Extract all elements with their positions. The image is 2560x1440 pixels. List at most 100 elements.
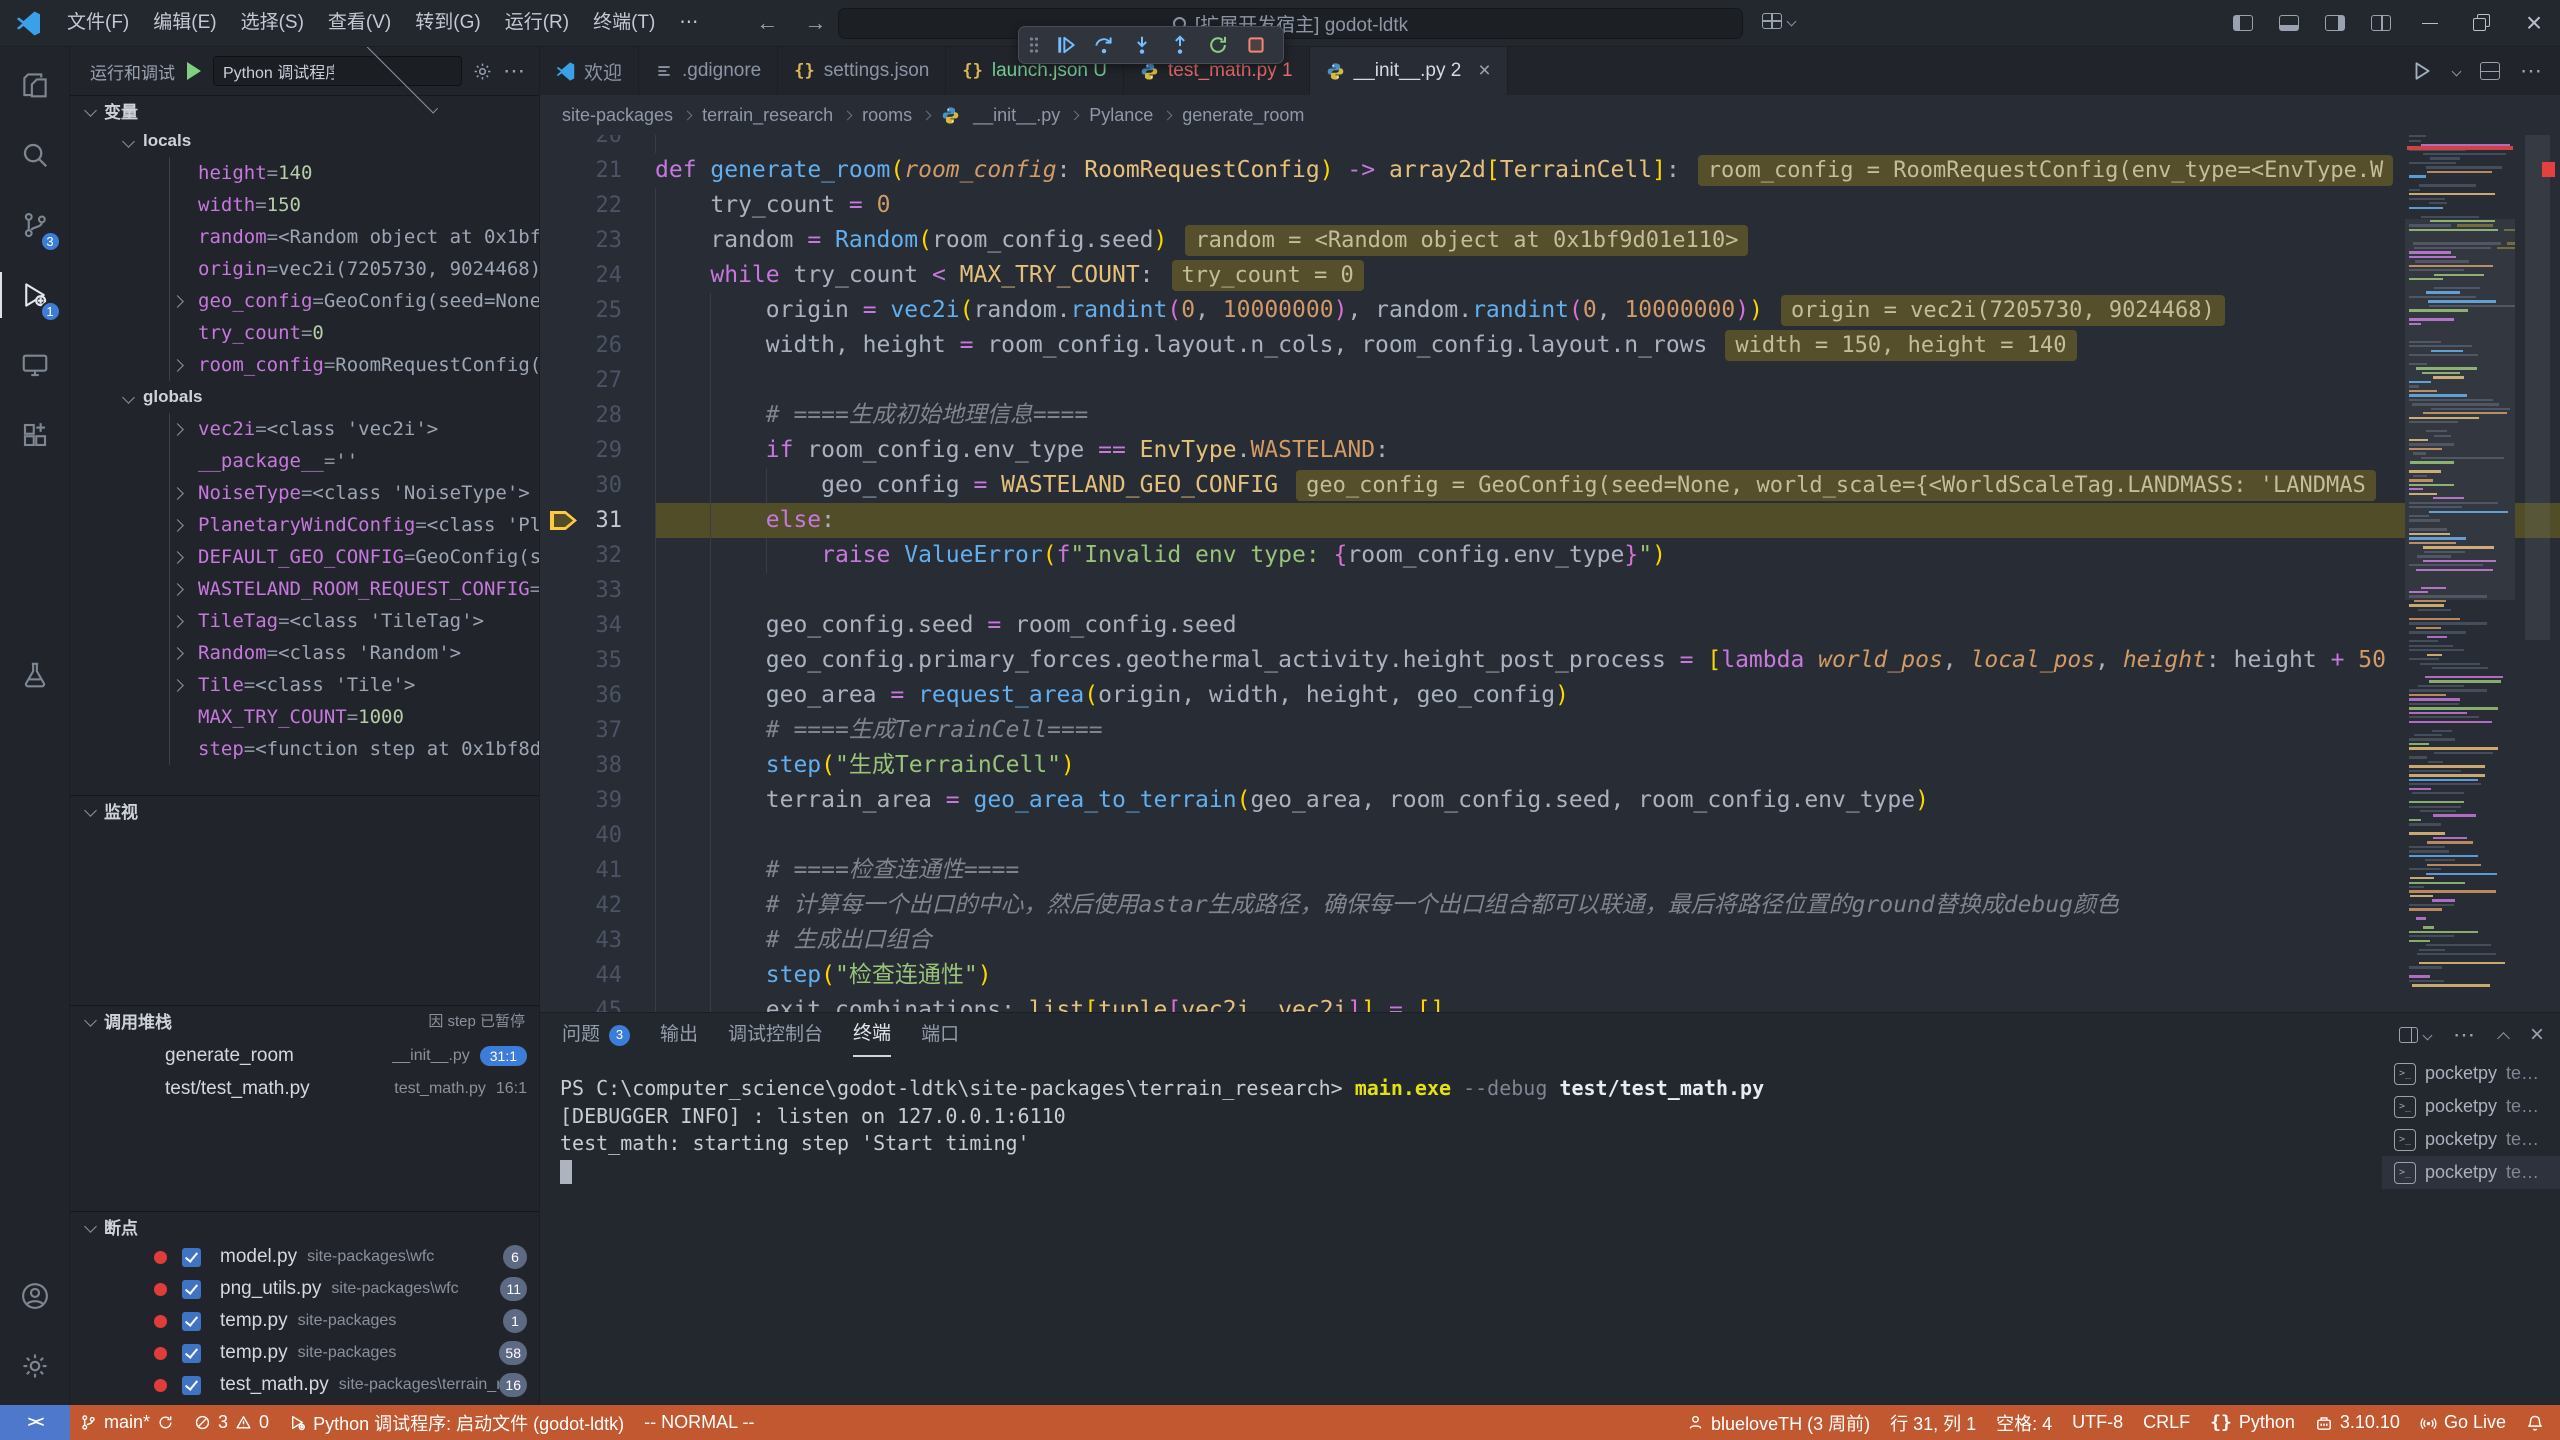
panel-tab-终端[interactable]: 终端: [853, 1013, 891, 1057]
step-out-button[interactable]: [1163, 30, 1197, 60]
breakpoint-checkbox[interactable]: [182, 1344, 201, 1363]
breakpoint-checkbox[interactable]: [182, 1312, 201, 1331]
breakpoint-checkbox[interactable]: [182, 1376, 201, 1395]
chevron-down-icon[interactable]: [2452, 66, 2462, 76]
breakpoint-row-2[interactable]: temp.pysite-packages1: [70, 1305, 539, 1337]
code-line-40[interactable]: 40: [540, 818, 2560, 853]
code-line-36[interactable]: 36geo_area = request_area(origin, width,…: [540, 678, 2560, 713]
more-actions-icon[interactable]: ⋯: [503, 66, 527, 76]
cursor-position-item[interactable]: 行 31, 列 1: [1880, 1405, 1986, 1440]
variable-row-try_count[interactable]: try_count = 0: [70, 317, 539, 349]
tab-.gdignore[interactable]: .gdignore: [639, 47, 778, 95]
menu-item-T[interactable]: 终端(T): [581, 7, 667, 39]
watch-section-header[interactable]: 监视: [70, 795, 539, 825]
vim-mode-item[interactable]: -- NORMAL --: [634, 1405, 764, 1440]
close-panel-icon[interactable]: ×: [2530, 1021, 2544, 1049]
breadcrumb-item-Pylance[interactable]: Pylance: [1089, 105, 1153, 126]
variable-row-TileTag[interactable]: TileTag = <class 'TileTag'>: [70, 605, 539, 637]
breadcrumb-item-__init__.py[interactable]: __init__.py: [973, 105, 1060, 126]
run-debug-icon[interactable]: 1: [0, 260, 70, 330]
account-icon[interactable]: [0, 1261, 70, 1331]
code-line-25[interactable]: 25origin = vec2i(random.randint(0, 10000…: [540, 293, 2560, 328]
source-control-icon[interactable]: 3: [0, 190, 70, 260]
nav-back-icon[interactable]: ←: [756, 10, 778, 36]
code-line-27[interactable]: 27: [540, 363, 2560, 398]
breakpoint-row-4[interactable]: test_math.pysite-packages\terrain_res…16: [70, 1369, 539, 1401]
python-env-item[interactable]: 3.10.10: [2305, 1405, 2410, 1440]
scrollbar[interactable]: [2515, 135, 2560, 1012]
breakpoint-row-1[interactable]: png_utils.pysite-packages\wfc11: [70, 1273, 539, 1305]
terminal-output[interactable]: PS C:\computer_science\godot-ldtk\site-p…: [560, 1075, 1764, 1184]
settings-gear-icon[interactable]: [0, 1331, 70, 1401]
menu-item-R[interactable]: 运行(R): [493, 7, 581, 39]
code-line-30[interactable]: 30geo_config = WASTELAND_GEO_CONFIGgeo_c…: [540, 468, 2560, 503]
testing-icon[interactable]: [0, 640, 70, 710]
layout-control[interactable]: [1762, 13, 1795, 29]
encoding-item[interactable]: UTF-8: [2062, 1405, 2133, 1440]
nav-forward-icon[interactable]: →: [804, 10, 826, 36]
explorer-icon[interactable]: [0, 50, 70, 120]
customize-layout-icon[interactable]: [2358, 0, 2404, 47]
code-line-41[interactable]: 41# ====检查连通性====: [540, 853, 2560, 888]
extensions-icon[interactable]: [0, 400, 70, 470]
variable-row-height[interactable]: height = 140: [70, 157, 539, 189]
code-line-24[interactable]: 24while try_count < MAX_TRY_COUNT:try_co…: [540, 258, 2560, 293]
restore-button[interactable]: [2456, 0, 2508, 47]
variable-row-random[interactable]: random = <Random object at 0x1bf9d01e…: [70, 221, 539, 253]
continue-button[interactable]: [1049, 30, 1083, 60]
variable-row-NoiseType[interactable]: NoiseType = <class 'NoiseType'>: [70, 477, 539, 509]
code-editor[interactable]: 2021def generate_room(room_config: RoomR…: [540, 135, 2560, 1012]
blame-item[interactable]: blueloveTH (3 周前): [1677, 1405, 1880, 1440]
maximize-panel-icon[interactable]: [2497, 1032, 2510, 1045]
breadcrumb-item-terrain_research[interactable]: terrain_research: [702, 105, 833, 126]
step-into-button[interactable]: [1125, 30, 1159, 60]
more-actions-icon[interactable]: ⋯: [2520, 66, 2544, 76]
code-line-38[interactable]: 38step("生成TerrainCell"): [540, 748, 2560, 783]
code-line-31[interactable]: 31else:: [540, 503, 2560, 538]
start-debug-icon[interactable]: [187, 62, 201, 80]
git-branch-item[interactable]: main*: [70, 1405, 184, 1440]
tab-settings.json[interactable]: {}settings.json: [778, 47, 946, 95]
run-python-file-icon[interactable]: [2411, 60, 2433, 82]
breadcrumb-item-site-packages[interactable]: site-packages: [562, 105, 673, 126]
variable-row-width[interactable]: width = 150: [70, 189, 539, 221]
callstack-section-header[interactable]: 调用堆栈 因 step 已暂停: [70, 1005, 539, 1035]
variable-row-WASTELAND_ROOM_REQUEST_CONFIG[interactable]: WASTELAND_ROOM_REQUEST_CONFIG = RoomR…: [70, 573, 539, 605]
variables-group-locals[interactable]: locals: [70, 125, 539, 157]
drag-handle-icon[interactable]: [1029, 36, 1039, 54]
command-center-search[interactable]: [扩展开发宿主] godot-ldtk: [838, 8, 1743, 39]
remote-indicator[interactable]: ><: [0, 1405, 70, 1440]
variable-row-vec2i[interactable]: vec2i = <class 'vec2i'>: [70, 413, 539, 445]
terminal-list-item-0[interactable]: >_pocketpyte…: [2382, 1057, 2560, 1090]
code-line-42[interactable]: 42# 计算每一个出口的中心，然后使用astar生成路径，确保每一个出口组合都可…: [540, 888, 2560, 923]
variable-row-MAX_TRY_COUNT[interactable]: MAX_TRY_COUNT = 1000: [70, 701, 539, 733]
tab-欢迎[interactable]: 欢迎: [540, 47, 639, 95]
breadcrumb-item-rooms[interactable]: rooms: [862, 105, 912, 126]
minimap-slider[interactable]: [2405, 219, 2515, 600]
problems-item[interactable]: 3 0: [184, 1405, 279, 1440]
variable-row-step[interactable]: step = <function step at 0x1bf8d716d…: [70, 733, 539, 765]
callstack-frame-generate_room[interactable]: generate_room__init__.py31:1: [70, 1039, 539, 1072]
stop-button[interactable]: [1239, 30, 1273, 60]
toggle-sidebar-right-icon[interactable]: [2312, 0, 2358, 47]
panel-tab-调试控制台[interactable]: 调试控制台: [728, 1013, 823, 1057]
code-line-45[interactable]: 45exit_combinations: list[tuple[vec2i, v…: [540, 993, 2560, 1012]
language-item[interactable]: {}Python: [2200, 1405, 2305, 1440]
close-button[interactable]: ×: [2508, 0, 2560, 47]
code-line-39[interactable]: 39terrain_area = geo_area_to_terrain(geo…: [540, 783, 2560, 818]
restart-button[interactable]: [1201, 30, 1235, 60]
code-line-32[interactable]: 32raise ValueError(f"Invalid env type: {…: [540, 538, 2560, 573]
code-line-28[interactable]: 28# ====生成初始地理信息====: [540, 398, 2560, 433]
breakpoint-checkbox[interactable]: [182, 1280, 201, 1299]
panel-tab-输出[interactable]: 输出: [660, 1013, 698, 1057]
close-tab-icon[interactable]: ×: [1478, 59, 1490, 83]
code-line-21[interactable]: 21def generate_room(room_config: RoomReq…: [540, 153, 2560, 188]
breakpoint-row-0[interactable]: model.pysite-packages\wfc6: [70, 1241, 539, 1273]
variable-row-geo_config[interactable]: geo_config = GeoConfig(seed=None, wor…: [70, 285, 539, 317]
menu-item-E[interactable]: 编辑(E): [141, 7, 228, 39]
breakpoint-row-3[interactable]: temp.pysite-packages58: [70, 1337, 539, 1369]
code-line-33[interactable]: 33: [540, 573, 2560, 608]
callstack-frame-test-test_math-py[interactable]: test/test_math.pytest_math.py16:1: [70, 1072, 539, 1105]
tab-__init__.py[interactable]: __init__.py 2×: [1310, 47, 1508, 95]
toggle-panel-icon[interactable]: [2266, 0, 2312, 47]
